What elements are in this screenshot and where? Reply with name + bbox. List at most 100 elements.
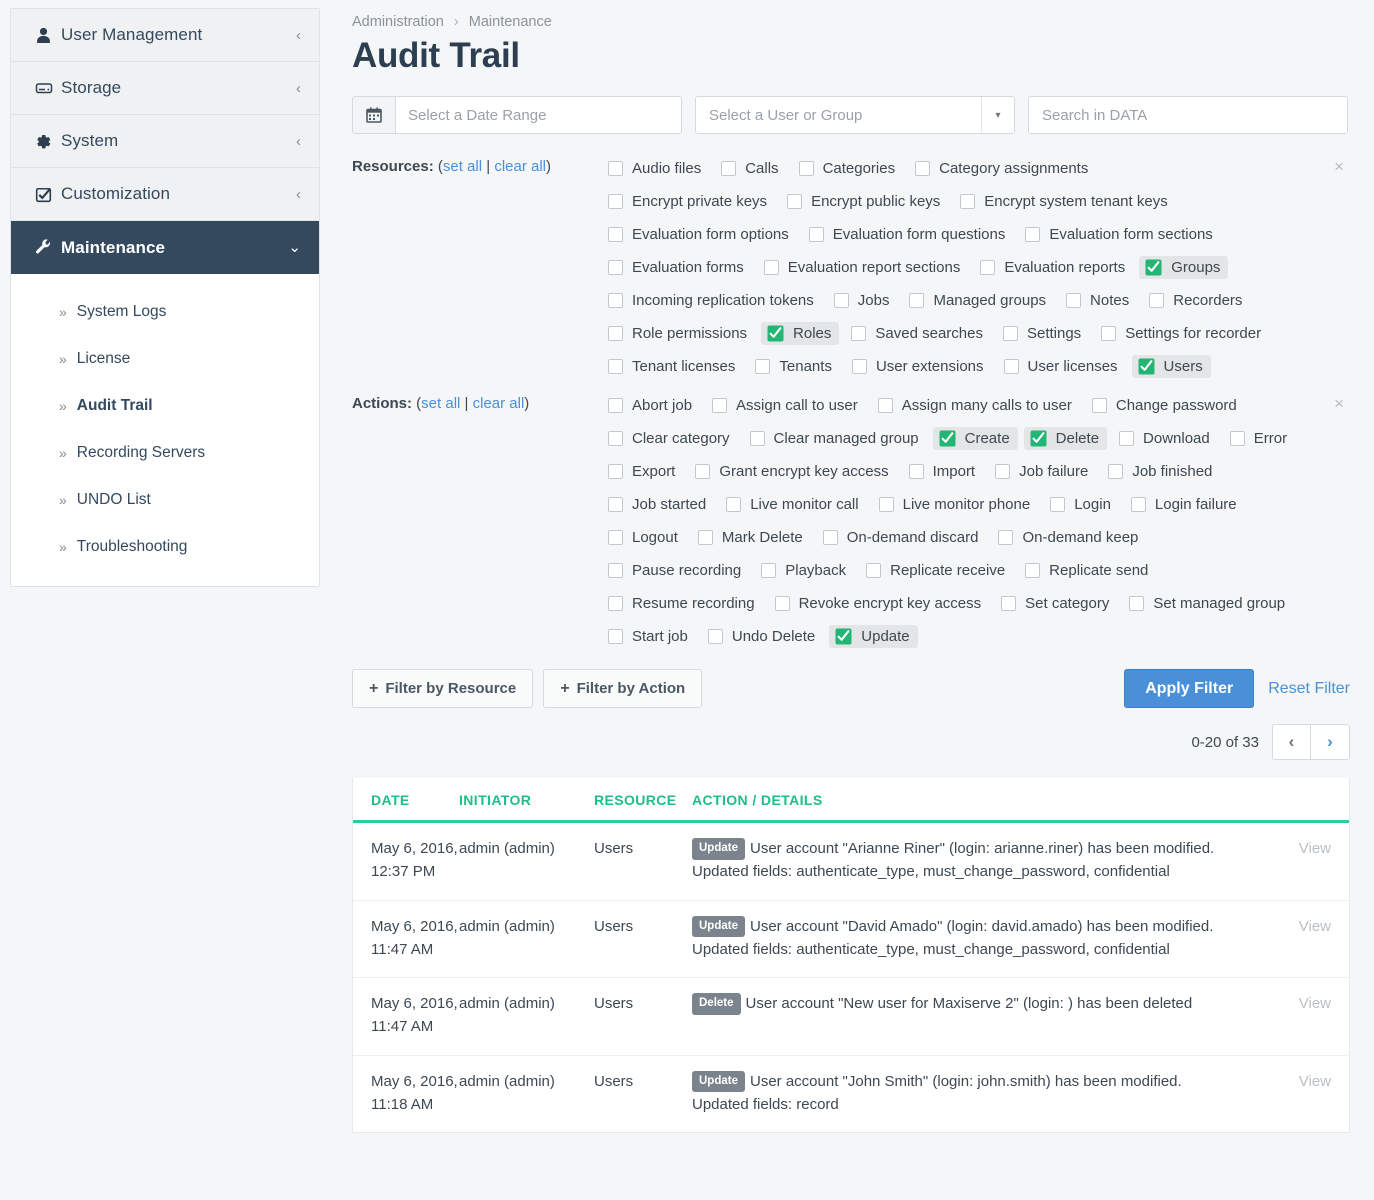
checked-box-icon[interactable]	[1145, 259, 1162, 276]
view-link[interactable]: View	[1299, 1073, 1331, 1090]
resources-clear-all-link[interactable]: clear all	[494, 158, 546, 175]
checkbox-settings-for-recorder[interactable]: Settings for recorder	[1095, 322, 1269, 345]
checkbox-delete[interactable]: Delete	[1024, 427, 1107, 450]
actions-remove-icon[interactable]: ×	[1334, 395, 1344, 412]
view-link[interactable]: View	[1299, 918, 1331, 935]
view-link[interactable]: View	[1299, 995, 1331, 1012]
checkbox-login-failure[interactable]: Login failure	[1125, 493, 1245, 516]
chevron-left-icon[interactable]: ‹	[296, 81, 301, 96]
checkbox-user-extensions[interactable]: User extensions	[846, 355, 992, 378]
sidebar-item-customization[interactable]: Customization‹	[11, 168, 319, 221]
table-row[interactable]: May 6, 2016, 11:47 AMadmin (admin)UsersU…	[353, 901, 1349, 979]
unchecked-box-icon[interactable]	[608, 497, 623, 512]
date-range-input[interactable]	[396, 97, 681, 133]
unchecked-box-icon[interactable]	[1025, 227, 1040, 242]
column-header-action-details[interactable]: ACTION / DETAILS	[692, 792, 1261, 808]
checkbox-undo-delete[interactable]: Undo Delete	[702, 625, 823, 648]
checkbox-grant-encrypt-key-access[interactable]: Grant encrypt key access	[689, 460, 896, 483]
unchecked-box-icon[interactable]	[708, 629, 723, 644]
checkbox-role-permissions[interactable]: Role permissions	[602, 322, 755, 345]
checked-box-icon[interactable]	[835, 628, 852, 645]
checkbox-error[interactable]: Error	[1224, 427, 1295, 450]
unchecked-box-icon[interactable]	[608, 464, 623, 479]
unchecked-box-icon[interactable]	[1108, 464, 1123, 479]
unchecked-box-icon[interactable]	[1092, 398, 1107, 413]
sidebar-subitem-undo-list[interactable]: »UNDO List	[11, 476, 319, 523]
unchecked-box-icon[interactable]	[866, 563, 881, 578]
checkbox-evaluation-form-questions[interactable]: Evaluation form questions	[803, 223, 1014, 246]
checkbox-set-category[interactable]: Set category	[995, 592, 1117, 615]
unchecked-box-icon[interactable]	[608, 293, 623, 308]
unchecked-box-icon[interactable]	[608, 431, 623, 446]
unchecked-box-icon[interactable]	[879, 497, 894, 512]
unchecked-box-icon[interactable]	[852, 359, 867, 374]
checkbox-calls[interactable]: Calls	[715, 157, 786, 180]
unchecked-box-icon[interactable]	[608, 260, 623, 275]
checkbox-notes[interactable]: Notes	[1060, 289, 1137, 312]
checkbox-on-demand-keep[interactable]: On-demand keep	[992, 526, 1146, 549]
checkbox-encrypt-private-keys[interactable]: Encrypt private keys	[602, 190, 775, 213]
unchecked-box-icon[interactable]	[1004, 359, 1019, 374]
checkbox-pause-recording[interactable]: Pause recording	[602, 559, 749, 582]
unchecked-box-icon[interactable]	[775, 596, 790, 611]
chevron-down-icon[interactable]: ⌄	[288, 240, 301, 255]
checkbox-resume-recording[interactable]: Resume recording	[602, 592, 763, 615]
checkbox-live-monitor-phone[interactable]: Live monitor phone	[873, 493, 1039, 516]
sidebar-subitem-license[interactable]: »License	[11, 335, 319, 382]
filter-by-action-button[interactable]: + Filter by Action	[543, 669, 702, 708]
unchecked-box-icon[interactable]	[909, 293, 924, 308]
unchecked-box-icon[interactable]	[750, 431, 765, 446]
checkbox-abort-job[interactable]: Abort job	[602, 394, 700, 417]
checkbox-on-demand-discard[interactable]: On-demand discard	[817, 526, 987, 549]
checkbox-mark-delete[interactable]: Mark Delete	[692, 526, 811, 549]
sidebar-subitem-system-logs[interactable]: »System Logs	[11, 288, 319, 335]
checkbox-encrypt-public-keys[interactable]: Encrypt public keys	[781, 190, 948, 213]
checkbox-categories[interactable]: Categories	[793, 157, 904, 180]
breadcrumb-root[interactable]: Administration	[352, 14, 444, 30]
checkbox-job-finished[interactable]: Job finished	[1102, 460, 1220, 483]
unchecked-box-icon[interactable]	[721, 161, 736, 176]
search-input[interactable]	[1028, 96, 1348, 134]
checkbox-settings[interactable]: Settings	[997, 322, 1089, 345]
checkbox-login[interactable]: Login	[1044, 493, 1119, 516]
table-row[interactable]: May 6, 2016, 11:47 AMadmin (admin)UsersD…	[353, 978, 1349, 1056]
table-row[interactable]: May 6, 2016, 12:37 PMadmin (admin)UsersU…	[353, 823, 1349, 901]
chevron-left-icon[interactable]: ‹	[296, 28, 301, 43]
unchecked-box-icon[interactable]	[608, 326, 623, 341]
checked-box-icon[interactable]	[939, 430, 956, 447]
unchecked-box-icon[interactable]	[695, 464, 710, 479]
checkbox-replicate-send[interactable]: Replicate send	[1019, 559, 1156, 582]
checkbox-job-failure[interactable]: Job failure	[989, 460, 1096, 483]
checkbox-logout[interactable]: Logout	[602, 526, 686, 549]
sidebar-subitem-troubleshooting[interactable]: »Troubleshooting	[11, 523, 319, 570]
unchecked-box-icon[interactable]	[878, 398, 893, 413]
unchecked-box-icon[interactable]	[608, 596, 623, 611]
unchecked-box-icon[interactable]	[608, 161, 623, 176]
checkbox-evaluation-form-options[interactable]: Evaluation form options	[602, 223, 797, 246]
unchecked-box-icon[interactable]	[608, 530, 623, 545]
checkbox-evaluation-forms[interactable]: Evaluation forms	[602, 256, 752, 279]
checkbox-tenants[interactable]: Tenants	[749, 355, 840, 378]
checkbox-user-licenses[interactable]: User licenses	[998, 355, 1126, 378]
checkbox-users[interactable]: Users	[1132, 355, 1211, 378]
unchecked-box-icon[interactable]	[608, 563, 623, 578]
checkbox-set-managed-group[interactable]: Set managed group	[1123, 592, 1293, 615]
checkbox-jobs[interactable]: Jobs	[828, 289, 898, 312]
unchecked-box-icon[interactable]	[1101, 326, 1116, 341]
checked-box-icon[interactable]	[1030, 430, 1047, 447]
filter-by-resource-button[interactable]: + Filter by Resource	[352, 669, 533, 708]
column-header-initiator[interactable]: INITIATOR	[459, 792, 594, 808]
checkbox-clear-managed-group[interactable]: Clear managed group	[744, 427, 927, 450]
column-header-resource[interactable]: RESOURCE	[594, 792, 692, 808]
checkbox-saved-searches[interactable]: Saved searches	[845, 322, 991, 345]
unchecked-box-icon[interactable]	[799, 161, 814, 176]
checkbox-category-assignments[interactable]: Category assignments	[909, 157, 1096, 180]
unchecked-box-icon[interactable]	[980, 260, 995, 275]
checkbox-replicate-receive[interactable]: Replicate receive	[860, 559, 1013, 582]
calendar-icon[interactable]	[353, 97, 396, 133]
chevron-down-icon[interactable]: ▾	[981, 97, 1014, 133]
unchecked-box-icon[interactable]	[1131, 497, 1146, 512]
next-page-button[interactable]: ›	[1311, 724, 1350, 760]
unchecked-box-icon[interactable]	[834, 293, 849, 308]
checkbox-tenant-licenses[interactable]: Tenant licenses	[602, 355, 743, 378]
